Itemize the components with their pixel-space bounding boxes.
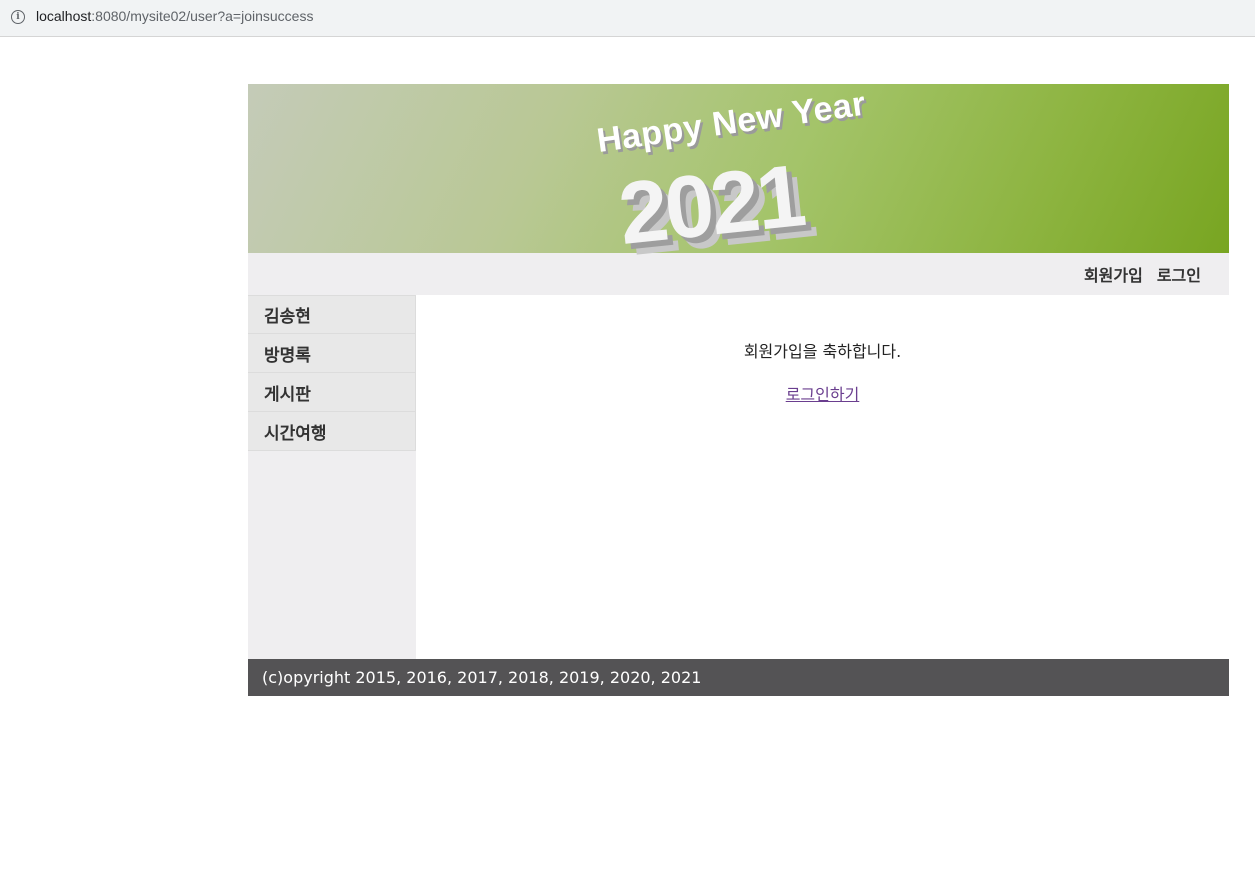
copyright-text: (c)opyright 2015, 2016, 2017, 2018, 2019…: [262, 668, 702, 687]
sidebar-item-timetravel[interactable]: 시간여행: [248, 412, 415, 451]
info-icon[interactable]: i: [11, 10, 25, 24]
join-success-message: 회원가입을 축하합니다.: [743, 342, 902, 361]
banner-year: 2021: [614, 145, 808, 263]
join-link[interactable]: 회원가입: [1084, 262, 1143, 286]
site-container: Happy New Year 회원가입 로그인 2021 김송현 방명록 게시판…: [248, 84, 1229, 696]
banner-greeting: Happy New Year: [594, 84, 869, 161]
address-bar[interactable]: i localhost:8080/mysite02/user?a=joinsuc…: [0, 0, 1255, 37]
url-host: localhost: [36, 8, 92, 24]
sidebar: 김송현 방명록 게시판 시간여행: [248, 295, 416, 659]
url-path: :8080/mysite02/user?a=joinsuccess: [91, 8, 314, 24]
sidebar-menu: 김송현 방명록 게시판 시간여행: [248, 295, 416, 451]
sidebar-item-home[interactable]: 김송현: [248, 295, 415, 334]
sidebar-item-board[interactable]: 게시판: [248, 373, 415, 412]
url-text[interactable]: localhost:8080/mysite02/user?a=joinsucce…: [36, 8, 313, 24]
top-navigation: 회원가입 로그인: [248, 253, 1229, 295]
sidebar-item-guestbook[interactable]: 방명록: [248, 334, 415, 373]
go-login-link[interactable]: 로그인하기: [786, 385, 860, 404]
footer: (c)opyright 2015, 2016, 2017, 2018, 2019…: [248, 659, 1229, 696]
main-content: 회원가입을 축하합니다. 로그인하기: [416, 295, 1229, 659]
login-link[interactable]: 로그인: [1157, 262, 1201, 286]
